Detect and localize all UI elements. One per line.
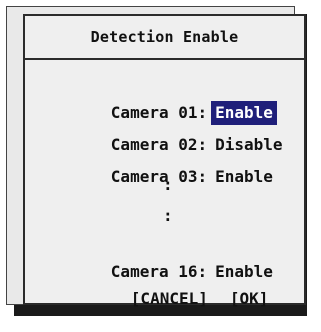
screen: Detection Enable Camera 01: Enable Camera…	[0, 0, 321, 332]
camera-03-setting[interactable]: Enable	[211, 165, 277, 189]
cancel-button[interactable]: [CANCEL]	[131, 287, 208, 311]
camera-row-02[interactable]: Camera 02: Disable	[53, 109, 287, 154]
camera-row-03[interactable]: Camera 03: Enable	[53, 141, 277, 186]
dialog-buttons: [CANCEL] [OK]	[73, 263, 269, 308]
ok-button[interactable]: [OK]	[230, 287, 269, 311]
dialog-title: Detection Enable	[25, 16, 304, 60]
detection-enable-dialog: Detection Enable Camera 01: Enable Camera…	[23, 14, 306, 308]
camera-row-01[interactable]: Camera 01: Enable	[53, 77, 277, 125]
list-continuation-mark: :	[163, 206, 173, 225]
list-continuation-mark: :	[163, 175, 173, 194]
camera-row-16[interactable]: Camera 16: Enable	[53, 236, 277, 281]
camera-label: Camera 03:	[110, 167, 208, 186]
